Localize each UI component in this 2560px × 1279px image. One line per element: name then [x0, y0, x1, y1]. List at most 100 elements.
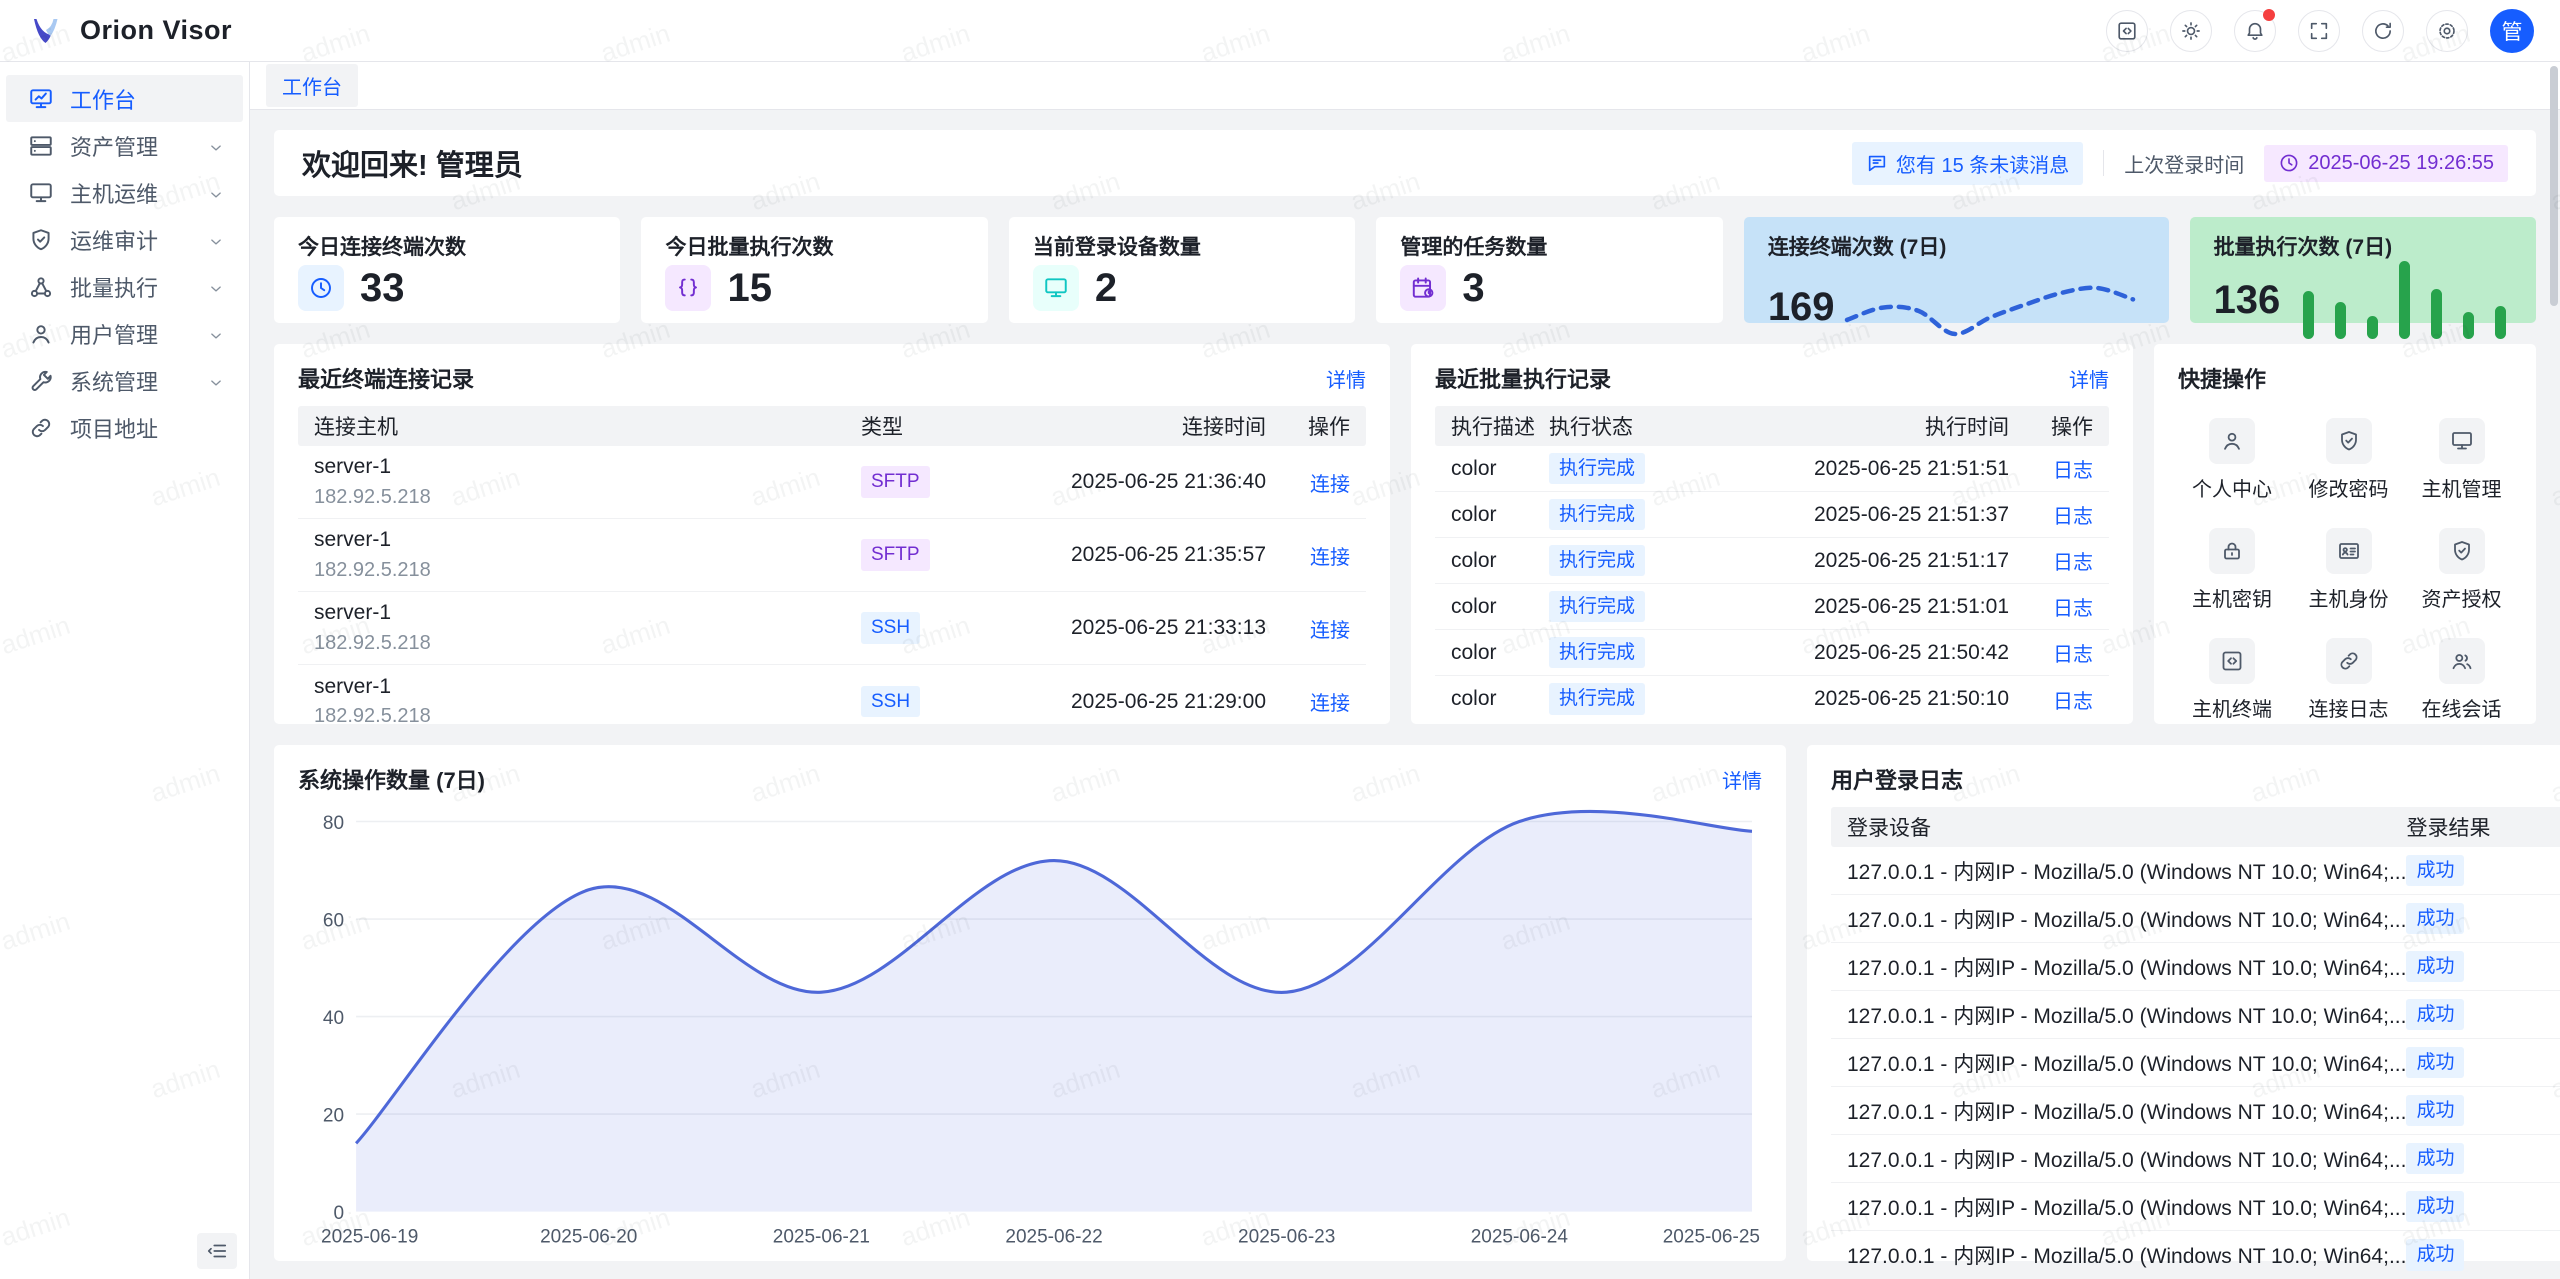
bottom-row: 系统操作数量 (7日) 详情 0204060802025-06-192025-0… [274, 745, 2536, 1261]
log-link[interactable]: 日志 [2053, 644, 2093, 666]
quick-ops-card: 快捷操作 个人中心修改密码主机管理主机密钥主机身份资产授权主机终端连接日志在线会… [2154, 344, 2536, 724]
stat-label: 连接终端次数 (7日) [1768, 231, 2145, 261]
login-result-badge: 成功 [2406, 951, 2464, 983]
breadcrumb: 工作台 [250, 62, 2560, 110]
login-device: 127.0.0.1 - 内网IP - Mozilla/5.0 (Windows … [1847, 1096, 2406, 1126]
welcome-title: 欢迎回来! 管理员 [302, 142, 523, 184]
quick-op-label: 个人中心 [2192, 473, 2272, 502]
batch-records-card: 最近批量执行记录 详情 执行描述执行状态执行时间操作color执行完成2025-… [1411, 344, 2133, 724]
sidebar-item-label: 运维审计 [70, 224, 207, 256]
sidebar-item-资产管理[interactable]: 资产管理 [6, 122, 243, 169]
link-icon [2326, 638, 2372, 684]
log-link[interactable]: 日志 [2053, 552, 2093, 574]
sidebar-item-项目地址[interactable]: 项目地址 [6, 404, 243, 451]
sidebar-item-用户管理[interactable]: 用户管理 [6, 310, 243, 357]
orion-visor-logo-icon [26, 11, 66, 51]
login-result-badge: 成功 [2406, 1191, 2464, 1223]
column-header: 类型 [861, 411, 981, 441]
sidebar-item-主机运维[interactable]: 主机运维 [6, 169, 243, 216]
sidebar-menu: 工作台资产管理主机运维运维审计批量执行用户管理系统管理项目地址 [0, 75, 249, 451]
table-header: 登录设备登录结果登录时间 [1831, 807, 2560, 847]
table-row: color执行完成2025-06-25 21:50:10日志 [1435, 676, 2109, 722]
connect-link[interactable]: 连接 [1310, 547, 1350, 569]
notifications-button[interactable] [2234, 10, 2276, 52]
host-ip: 182.92.5.218 [314, 483, 861, 512]
sidebar-item-label: 批量执行 [70, 271, 207, 303]
stat-value: 33 [360, 266, 405, 311]
quick-op-主机终端[interactable]: 主机终端 [2172, 638, 2292, 722]
exec-desc: color [1451, 595, 1549, 619]
shield-icon [2326, 418, 2372, 464]
exec-time: 2025-06-25 21:50:10 [1724, 687, 2009, 711]
quick-op-主机密钥[interactable]: 主机密钥 [2172, 528, 2292, 612]
connect-link[interactable]: 连接 [1310, 474, 1350, 496]
system-ops-chart-detail-link[interactable]: 详情 [1722, 765, 1762, 794]
terminal-records-title: 最近终端连接记录 [298, 362, 474, 394]
exec-time: 2025-06-25 21:51:17 [1724, 549, 2009, 573]
batch-records-detail-link[interactable]: 详情 [2069, 364, 2109, 393]
login-result-badge: 成功 [2406, 1095, 2464, 1127]
brand: Orion Visor [26, 11, 232, 51]
exec-status-badge: 执行完成 [1549, 637, 1645, 669]
svg-text:80: 80 [323, 811, 344, 833]
quick-op-在线会话[interactable]: 在线会话 [2405, 638, 2518, 722]
log-link[interactable]: 日志 [2053, 460, 2093, 482]
log-link[interactable]: 日志 [2053, 691, 2093, 713]
table-row: 127.0.0.1 - 内网IP - Mozilla/5.0 (Windows … [1831, 1231, 2560, 1279]
scrollbar-thumb[interactable] [2550, 66, 2558, 306]
sidebar-item-系统管理[interactable]: 系统管理 [6, 357, 243, 404]
quick-op-label: 主机终端 [2192, 693, 2272, 722]
table-row: server-1182.92.5.218SFTP2025-06-25 21:36… [298, 446, 1366, 519]
user-icon [2209, 418, 2255, 464]
stat-card-今日连接终端次数: 今日连接终端次数33 [274, 217, 620, 323]
code-icon [2209, 638, 2255, 684]
table-row: color执行完成2025-06-25 21:51:37日志 [1435, 492, 2109, 538]
quick-op-个人中心[interactable]: 个人中心 [2172, 418, 2292, 502]
notification-dot [2263, 9, 2275, 21]
last-login-time: 2025-06-25 19:26:55 [2308, 152, 2494, 175]
code-button[interactable] [2106, 10, 2148, 52]
quick-op-连接日志[interactable]: 连接日志 [2292, 638, 2405, 722]
column-header: 操作 [2009, 411, 2093, 441]
quick-op-修改密码[interactable]: 修改密码 [2292, 418, 2405, 502]
sidebar-collapse-button[interactable] [197, 1233, 237, 1269]
breadcrumb-item-workbench[interactable]: 工作台 [266, 64, 358, 107]
sidebar-item-批量执行[interactable]: 批量执行 [6, 263, 243, 310]
login-device: 127.0.0.1 - 内网IP - Mozilla/5.0 (Windows … [1847, 1192, 2406, 1222]
bell-icon [2244, 20, 2266, 42]
stat-label: 管理的任务数量 [1400, 231, 1698, 261]
quick-op-主机身份[interactable]: 主机身份 [2292, 528, 2405, 612]
terminal-records-detail-link[interactable]: 详情 [1326, 364, 1366, 393]
table-row: 127.0.0.1 - 内网IP - Mozilla/5.0 (Windows … [1831, 847, 2560, 895]
connect-link[interactable]: 连接 [1310, 693, 1350, 715]
log-link[interactable]: 日志 [2053, 506, 2093, 528]
unread-messages-text: 您有 15 条未读消息 [1896, 149, 2069, 178]
connect-time: 2025-06-25 21:36:40 [981, 470, 1266, 494]
fullscreen-button[interactable] [2298, 10, 2340, 52]
chevron-down-icon [207, 137, 225, 155]
content: 欢迎回来! 管理员 您有 15 条未读消息 上次登录时间 2025-06-25 … [250, 110, 2560, 1279]
refresh-button[interactable] [2362, 10, 2404, 52]
log-link[interactable]: 日志 [2053, 598, 2093, 620]
connect-link[interactable]: 连接 [1310, 620, 1350, 642]
user-avatar[interactable]: 管 [2490, 9, 2534, 53]
sidebar-item-label: 系统管理 [70, 365, 207, 397]
batch-records-table: 执行描述执行状态执行时间操作color执行完成2025-06-25 21:51:… [1411, 406, 2133, 732]
quick-op-label: 资产授权 [2422, 583, 2502, 612]
login-result-badge: 成功 [2406, 1143, 2464, 1175]
login-log-title: 用户登录日志 [1831, 763, 1963, 795]
page-scrollbar[interactable] [2550, 62, 2558, 1279]
last-login-time-badge: 2025-06-25 19:26:55 [2264, 145, 2508, 182]
sidebar-item-工作台[interactable]: 工作台 [6, 75, 243, 122]
table-row: 127.0.0.1 - 内网IP - Mozilla/5.0 (Windows … [1831, 943, 2560, 991]
sidebar-item-运维审计[interactable]: 运维审计 [6, 216, 243, 263]
quick-op-主机管理[interactable]: 主机管理 [2405, 418, 2518, 502]
settings-button[interactable] [2426, 10, 2468, 52]
unread-messages-badge[interactable]: 您有 15 条未读消息 [1852, 142, 2083, 185]
exec-status-badge: 执行完成 [1549, 683, 1645, 715]
app-title: Orion Visor [80, 15, 232, 46]
theme-button[interactable] [2170, 10, 2212, 52]
exec-time: 2025-06-25 21:51:01 [1724, 595, 2009, 619]
monitor-icon [1033, 265, 1079, 311]
quick-op-资产授权[interactable]: 资产授权 [2405, 528, 2518, 612]
